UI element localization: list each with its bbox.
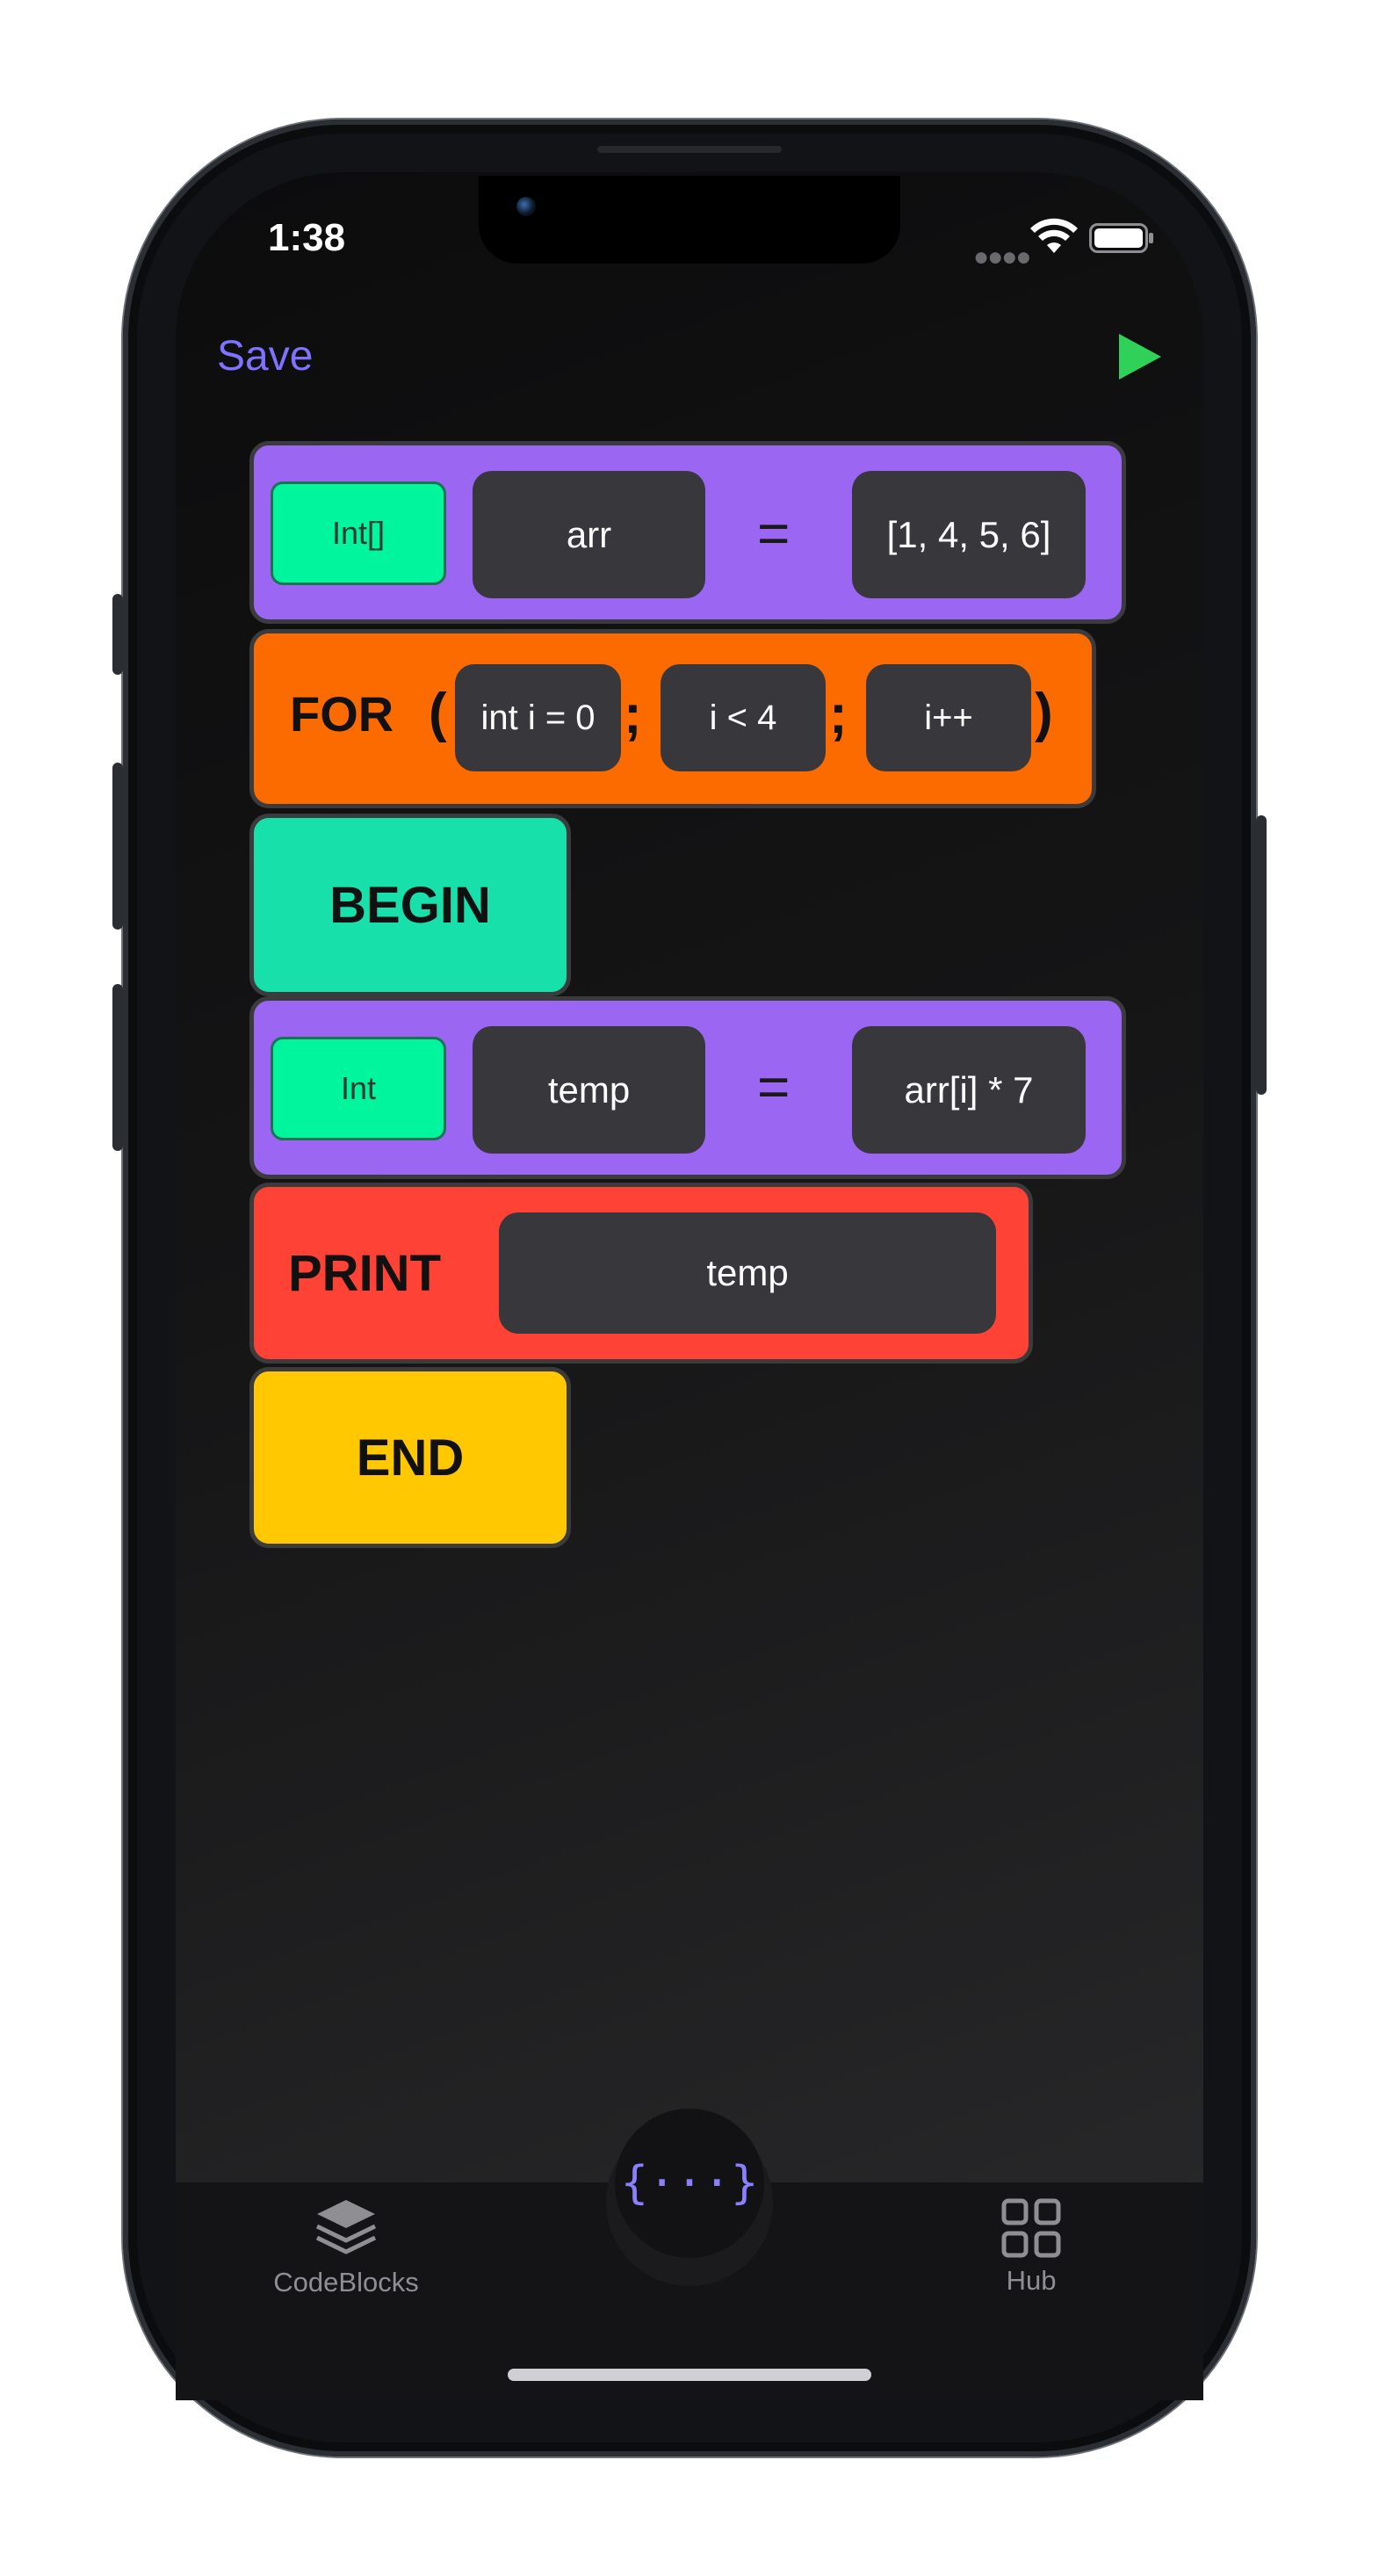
code-editor-button[interactable]: {···} [615, 2109, 764, 2258]
separator-2: ; [829, 684, 848, 745]
variable-name-slot[interactable]: temp [473, 1026, 705, 1154]
type-chip[interactable]: Int[] [271, 481, 446, 585]
type-chip[interactable]: Int [271, 1037, 446, 1140]
end-keyword: END [356, 1429, 465, 1487]
assign-operator: = [757, 1055, 791, 1118]
close-paren: ) [1035, 683, 1053, 743]
for-condition-slot[interactable]: i < 4 [661, 664, 826, 771]
value-slot[interactable]: arr[i] * 7 [852, 1026, 1086, 1154]
status-time: 1:38 [268, 216, 346, 259]
home-indicator[interactable] [508, 2369, 871, 2381]
power-button [1256, 815, 1267, 1095]
for-step-slot[interactable]: i++ [866, 664, 1031, 771]
tab-hub-label: Hub [1006, 2265, 1057, 2296]
begin-keyword: BEGIN [329, 876, 491, 934]
for-keyword: FOR [290, 686, 394, 742]
print-argument-slot[interactable]: temp [499, 1212, 996, 1334]
signal-icon: ●●●● [973, 242, 1031, 271]
wifi-icon [1030, 218, 1078, 253]
earpiece [597, 146, 782, 153]
braces-icon: {···} [620, 2157, 759, 2210]
volume-down-button [112, 984, 123, 1151]
tab-hub[interactable]: Hub [987, 2196, 1075, 2297]
for-init-slot[interactable]: int i = 0 [455, 664, 621, 771]
silent-switch [112, 594, 123, 675]
volume-up-button [112, 763, 123, 930]
variable-name-slot[interactable]: arr [473, 471, 705, 598]
grid-icon [1001, 2198, 1061, 2258]
save-button[interactable]: Save [217, 332, 313, 380]
front-camera [516, 197, 536, 216]
tab-codeblocks[interactable]: CodeBlocks [264, 2196, 429, 2298]
battery-icon [1089, 223, 1153, 253]
assign-operator: = [757, 502, 791, 565]
notch [479, 176, 900, 264]
open-paren: ( [429, 683, 447, 743]
print-keyword: PRINT [288, 1245, 441, 1302]
run-button[interactable] [1117, 332, 1163, 381]
tab-codeblocks-label: CodeBlocks [273, 2267, 419, 2297]
separator-1: ; [624, 684, 642, 745]
stack-layers-icon [315, 2200, 377, 2254]
value-slot[interactable]: [1, 4, 5, 6] [852, 471, 1086, 598]
